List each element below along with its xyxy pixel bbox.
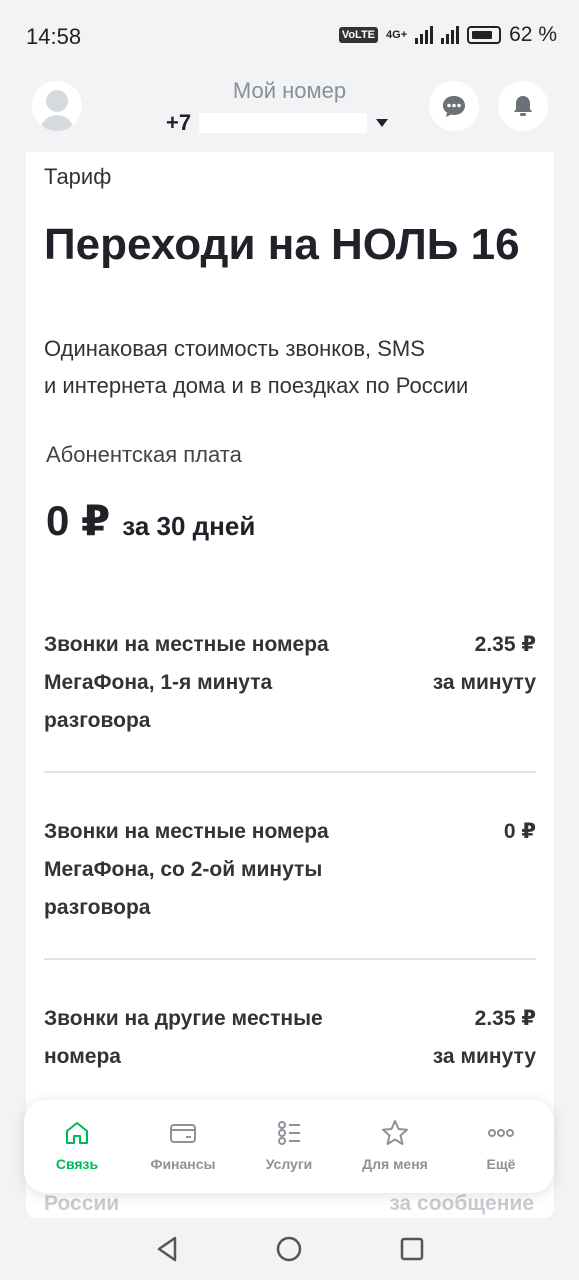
rate-price-value: 2.35 ₽	[474, 633, 536, 656]
status-time: 14:58	[26, 24, 82, 49]
nav-label: Ещё	[486, 1156, 516, 1172]
nav-item-communication[interactable]: Связь	[24, 1100, 130, 1193]
chat-icon	[443, 96, 465, 117]
divider	[44, 771, 536, 773]
phone-number-selector[interactable]: +7	[166, 110, 368, 136]
rate-price-value: 0 ₽	[503, 820, 536, 843]
rate-name: Звонки на местные номера МегаФона, со 2-…	[44, 820, 329, 919]
rate-price-unit: за минуту	[432, 671, 536, 694]
rate-price: 0 ₽	[504, 813, 536, 927]
nav-item-for-me[interactable]: Для меня	[342, 1100, 448, 1193]
network-type: 4G+	[386, 29, 408, 41]
tariff-label: Тариф	[44, 164, 112, 189]
status-bar: 14:58 VoLTE 4G+ 62 %	[0, 0, 579, 72]
rate-unit-partial: за сообщение	[389, 1192, 534, 1215]
rate-price: 2.35 ₽ за минуту	[433, 1000, 536, 1076]
nav-label: Для меня	[362, 1156, 428, 1172]
rate-row: Звонки на другие местные номера 2.35 ₽ з…	[44, 1000, 536, 1076]
nav-label: Услуги	[265, 1156, 313, 1172]
tariff-name: Переходи на НОЛЬ 16	[44, 220, 520, 269]
subscription-fee: 0 ₽ за 30 дней	[46, 496, 255, 545]
back-icon[interactable]	[152, 1234, 182, 1264]
rate-price: 2.35 ₽ за минуту	[433, 626, 536, 740]
nav-item-services[interactable]: Услуги	[236, 1100, 342, 1193]
bottom-navigation: Связь Финансы Услуги Для меня Ещё	[24, 1100, 554, 1193]
notifications-button[interactable]	[498, 81, 548, 131]
battery-icon	[467, 26, 502, 44]
nav-item-more[interactable]: Ещё	[448, 1100, 554, 1193]
wallet-icon	[170, 1124, 196, 1143]
recent-apps-icon[interactable]	[397, 1234, 427, 1264]
tariff-description-line-1: Одинаковая стоимость звонков, SMS	[44, 336, 425, 361]
rate-name: Звонки на местные номера МегаФона, 1-я м…	[44, 633, 329, 732]
signal-icon-2	[441, 26, 460, 44]
rate-row-partial: России за сообщение	[44, 1192, 534, 1216]
chevron-down-icon[interactable]	[376, 119, 388, 127]
phone-prefix: +7	[166, 110, 192, 135]
nav-item-finance[interactable]: Финансы	[130, 1100, 236, 1193]
nav-label: Финансы	[150, 1156, 216, 1172]
bell-icon	[514, 96, 532, 116]
app-header: Мой номер +7	[0, 72, 579, 152]
home-button-icon[interactable]	[274, 1234, 304, 1264]
rate-price-unit: за минуту	[432, 1045, 536, 1068]
status-indicators: VoLTE 4G+ 62 %	[338, 23, 557, 47]
volte-badge: VoLTE	[338, 27, 379, 43]
divider	[44, 958, 536, 960]
subscription-fee-label: Абонентская плата	[46, 442, 242, 467]
phone-number-redacted	[199, 113, 368, 133]
tariff-card: Тариф Переходи на НОЛЬ 16 Одинаковая сто…	[26, 152, 554, 1222]
signal-icon	[415, 26, 434, 44]
battery-level: 62 %	[509, 23, 557, 46]
rate-name-partial: России	[44, 1192, 120, 1215]
services-list-icon	[278, 1121, 300, 1145]
system-navigation-bar	[0, 1218, 579, 1280]
rate-row: Звонки на местные номера МегаФона, 1-я м…	[44, 626, 536, 740]
tariff-description-line-2: и интернета дома и в поездках по России	[44, 373, 469, 398]
home-icon	[66, 1122, 88, 1144]
nav-label: Связь	[55, 1156, 99, 1172]
star-icon	[382, 1120, 408, 1145]
more-dots-icon	[488, 1129, 514, 1137]
subscription-fee-period: за 30 дней	[122, 511, 256, 541]
rate-price-value: 2.35 ₽	[474, 1007, 536, 1030]
rate-row: Звонки на местные номера МегаФона, со 2-…	[44, 813, 536, 927]
rate-name: Звонки на другие местные номера	[44, 1007, 323, 1068]
subscription-fee-value: 0 ₽	[46, 497, 111, 544]
tariff-description: Одинаковая стоимость звонков, SMS и инте…	[44, 330, 544, 404]
header-title: Мой номер	[232, 78, 347, 103]
chat-button[interactable]	[429, 81, 479, 131]
